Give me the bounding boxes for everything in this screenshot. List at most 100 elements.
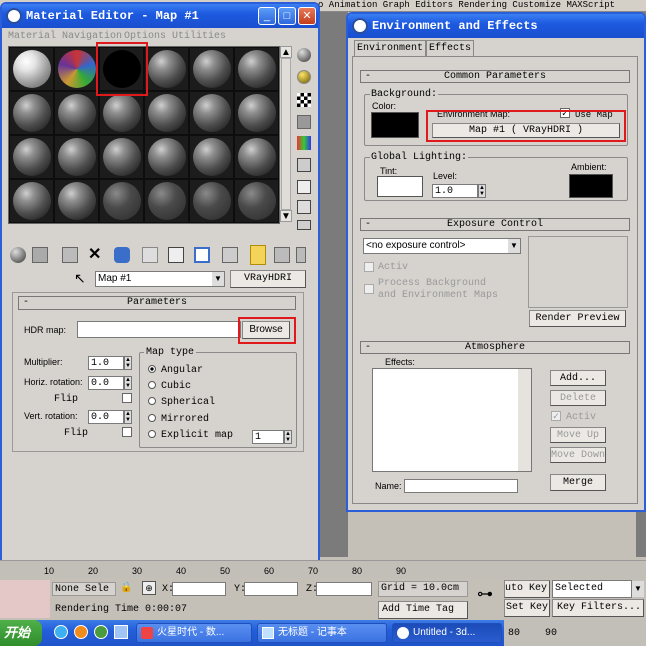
map-type-explicit[interactable]: Explicit map bbox=[148, 430, 233, 441]
sample-slot[interactable] bbox=[10, 180, 53, 222]
lock-selection-icon[interactable]: 🔒 bbox=[120, 582, 132, 596]
pick-material-icon[interactable]: ↖ bbox=[74, 270, 86, 287]
map-type-cubic[interactable]: Cubic bbox=[148, 381, 191, 392]
common-params-header[interactable]: - Common Parameters bbox=[360, 70, 630, 83]
map-type-mirrored[interactable]: Mirrored bbox=[148, 414, 209, 425]
sample-slot[interactable] bbox=[10, 136, 53, 178]
effect-name-field[interactable] bbox=[404, 479, 518, 493]
sample-slot[interactable] bbox=[10, 92, 53, 134]
delete-effect-button[interactable]: Delete bbox=[550, 390, 606, 406]
sample-slot[interactable] bbox=[190, 92, 233, 134]
task-browser[interactable]: 火星时代 - 数... bbox=[136, 623, 252, 643]
render-preview-button[interactable]: Render Preview bbox=[529, 310, 626, 327]
show-end-result-icon[interactable] bbox=[222, 247, 238, 263]
sample-slot[interactable] bbox=[55, 48, 98, 90]
sample-slot[interactable] bbox=[145, 48, 188, 90]
parameters-rollout-header[interactable]: - Parameters bbox=[18, 296, 296, 310]
multiplier-spinner[interactable]: ▲ ▼ bbox=[124, 356, 132, 370]
menu-material[interactable]: Material bbox=[8, 31, 56, 42]
quick-launch-mail-icon[interactable] bbox=[94, 625, 108, 639]
task-notepad[interactable]: 无标题 - 记事本 bbox=[257, 623, 387, 643]
z-coordinate-field[interactable] bbox=[316, 582, 372, 596]
multiplier-field[interactable]: 1.0 bbox=[88, 356, 124, 370]
assign-material-icon[interactable] bbox=[62, 247, 78, 263]
material-effects-channel-icon[interactable] bbox=[168, 247, 184, 263]
hdr-map-field[interactable] bbox=[77, 321, 241, 338]
tab-effects[interactable]: Effects bbox=[426, 40, 474, 56]
make-preview-icon[interactable] bbox=[297, 158, 311, 172]
selected-dropdown-arrow[interactable]: ▼ bbox=[632, 581, 644, 597]
maximize-button[interactable]: □ bbox=[278, 7, 296, 25]
sample-type-icon[interactable] bbox=[297, 48, 311, 62]
level-spinner[interactable]: ▲ ▼ bbox=[478, 184, 486, 198]
effects-list[interactable] bbox=[372, 368, 532, 472]
slots-scroll-up[interactable]: ▲ bbox=[280, 46, 292, 58]
move-up-button[interactable]: Move Up bbox=[550, 427, 606, 443]
flip-checkbox-2[interactable] bbox=[122, 427, 132, 437]
sample-slot[interactable] bbox=[100, 136, 143, 178]
tint-color-swatch[interactable] bbox=[377, 176, 423, 197]
map-type-spherical[interactable]: Spherical bbox=[148, 397, 215, 408]
go-to-parent-icon[interactable] bbox=[250, 245, 266, 265]
explicit-map-field[interactable]: 1 bbox=[252, 430, 284, 444]
exposure-control-header[interactable]: - Exposure Control bbox=[360, 218, 630, 231]
material-navigator-icon[interactable] bbox=[297, 220, 311, 230]
key-mode-icon[interactable]: ⊶ bbox=[470, 584, 500, 612]
sample-slot[interactable] bbox=[100, 180, 143, 222]
minimize-button[interactable]: _ bbox=[258, 7, 276, 25]
merge-button[interactable]: Merge bbox=[550, 474, 606, 491]
radio-spherical[interactable] bbox=[148, 397, 156, 406]
sample-slot[interactable] bbox=[235, 48, 278, 90]
background-checker-icon[interactable] bbox=[297, 93, 311, 107]
level-field[interactable]: 1.0 bbox=[432, 184, 478, 198]
background-color-swatch[interactable] bbox=[371, 112, 419, 138]
map-type-angular[interactable]: Angular bbox=[148, 365, 203, 376]
tab-environment[interactable]: Environment bbox=[354, 40, 426, 56]
set-key-button[interactable]: Set Key bbox=[504, 599, 550, 617]
map-name-field[interactable]: Map #1 bbox=[95, 271, 225, 287]
sample-slot[interactable] bbox=[235, 180, 278, 222]
effects-list-scrollbar[interactable] bbox=[518, 369, 531, 471]
menu-utilities[interactable]: Utilities bbox=[172, 31, 226, 42]
show-map-icon[interactable] bbox=[194, 247, 210, 263]
atmosphere-active-checkbox[interactable]: ✓ bbox=[551, 411, 561, 421]
horiz-rotation-spinner[interactable]: ▲ ▼ bbox=[124, 376, 132, 390]
menu-options[interactable]: Options bbox=[124, 31, 166, 42]
atmosphere-header[interactable]: - Atmosphere bbox=[360, 341, 630, 354]
sample-slot[interactable] bbox=[235, 92, 278, 134]
put-to-scene-icon[interactable] bbox=[32, 247, 48, 263]
key-filters-button[interactable]: Key Filters... bbox=[552, 599, 644, 617]
app-menu-text[interactable]: o Animation Graph Editors Rendering Cust… bbox=[318, 0, 615, 10]
sample-slot[interactable] bbox=[190, 136, 233, 178]
radio-cubic[interactable] bbox=[148, 381, 156, 390]
options-icon[interactable] bbox=[297, 180, 311, 194]
process-background-checkbox[interactable] bbox=[364, 284, 374, 294]
add-effect-button[interactable]: Add... bbox=[550, 370, 606, 386]
exposure-control-select[interactable]: <no exposure control> bbox=[363, 238, 521, 254]
explicit-map-spinner[interactable]: ▲ ▼ bbox=[284, 430, 292, 444]
sample-slot[interactable] bbox=[55, 92, 98, 134]
go-forward-sibling-icon[interactable] bbox=[274, 247, 290, 263]
radio-angular[interactable] bbox=[148, 365, 156, 374]
sample-slot[interactable] bbox=[55, 136, 98, 178]
move-down-button[interactable]: Move Down bbox=[550, 447, 606, 463]
get-material-icon[interactable] bbox=[10, 247, 26, 263]
quick-launch-desktop-icon[interactable] bbox=[114, 625, 128, 639]
flip-checkbox-1[interactable] bbox=[122, 393, 132, 403]
exposure-active-checkbox[interactable] bbox=[364, 262, 374, 272]
sample-slot[interactable] bbox=[100, 92, 143, 134]
ambient-color-swatch[interactable] bbox=[569, 174, 613, 198]
sample-slot[interactable] bbox=[190, 180, 233, 222]
make-unique-icon[interactable] bbox=[114, 247, 130, 263]
quick-launch-media-icon[interactable] bbox=[74, 625, 88, 639]
vert-rotation-field[interactable]: 0.0 bbox=[88, 410, 124, 424]
sample-slot[interactable] bbox=[145, 136, 188, 178]
radio-mirrored[interactable] bbox=[148, 414, 156, 423]
quick-launch-ie-icon[interactable] bbox=[54, 625, 68, 639]
start-button[interactable]: 开始 bbox=[0, 620, 42, 646]
add-time-tag-button[interactable]: Add Time Tag bbox=[378, 601, 468, 619]
vert-rotation-spinner[interactable]: ▲ ▼ bbox=[124, 410, 132, 424]
menu-navigation[interactable]: Navigation bbox=[62, 31, 122, 42]
sample-slot[interactable] bbox=[145, 180, 188, 222]
radio-explicit[interactable] bbox=[148, 430, 156, 439]
